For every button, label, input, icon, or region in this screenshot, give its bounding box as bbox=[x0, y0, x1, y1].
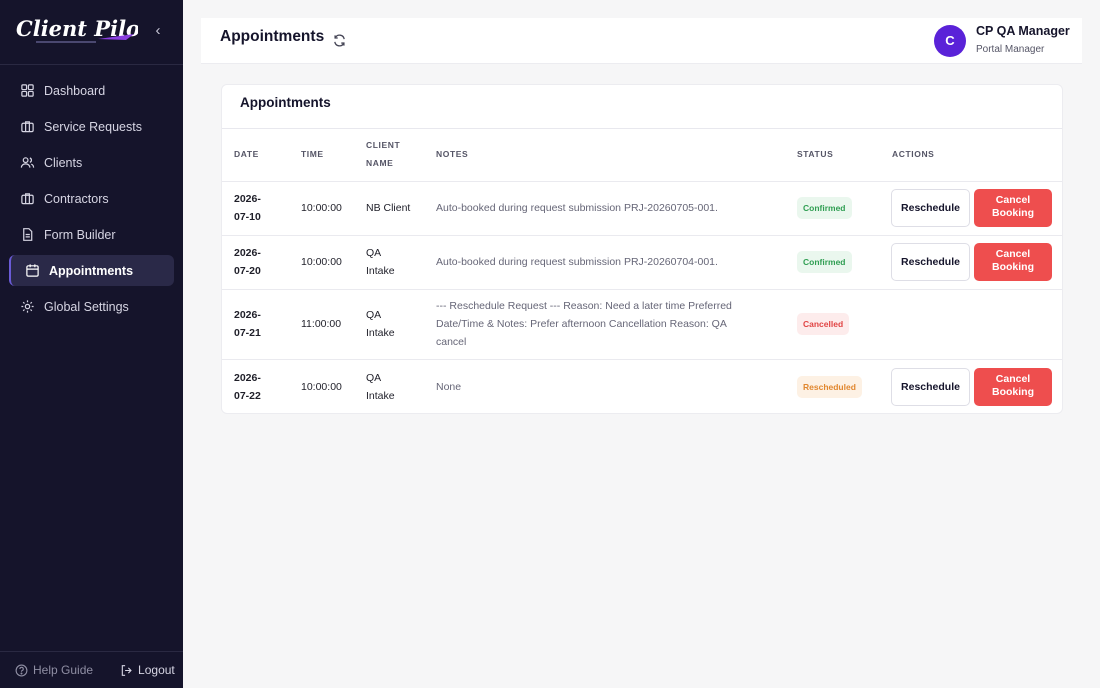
sidebar-item-label: Service Requests bbox=[44, 119, 142, 134]
column-header-date: DATE bbox=[234, 149, 259, 159]
sidebar-item-label: Appointments bbox=[49, 263, 134, 278]
column-header-time: TIME bbox=[301, 149, 324, 159]
date-cell: 2026- 07-22 bbox=[234, 372, 261, 402]
column-header-client-name: NAME bbox=[366, 158, 394, 168]
date-cell: 2026- 07-21 bbox=[234, 309, 261, 339]
logout-icon bbox=[121, 664, 132, 676]
time-cell: 11:00:00 bbox=[301, 318, 342, 330]
user-name: CP QA Manager bbox=[976, 24, 1070, 38]
avatar[interactable]: C bbox=[934, 25, 966, 57]
briefcase-icon bbox=[21, 193, 34, 205]
help-icon bbox=[15, 664, 28, 676]
sidebar-item-label: Clients bbox=[44, 155, 83, 170]
notes-cell: Auto-booked during request submission PR… bbox=[436, 202, 718, 214]
client-cell: QA Intake bbox=[366, 247, 395, 277]
users-icon bbox=[20, 157, 35, 168]
top-bar: Appointments C CP QA Manager Portal Mana… bbox=[201, 18, 1082, 64]
sidebar-item-label: Global Settings bbox=[44, 299, 129, 314]
row-divider bbox=[222, 235, 1062, 236]
status-badge: Confirmed bbox=[797, 197, 852, 219]
card-title: Appointments bbox=[240, 95, 331, 110]
sidebar-footer: Help Guide Logout bbox=[0, 651, 183, 688]
cancel-booking-button[interactable]: Cancel Booking bbox=[974, 243, 1052, 281]
logout-label: Logout bbox=[138, 663, 175, 677]
user-role: Portal Manager bbox=[976, 44, 1045, 55]
row-divider bbox=[222, 359, 1062, 360]
column-header-status: STATUS bbox=[797, 149, 834, 159]
sidebar-item-service-requests[interactable]: Service Requests bbox=[9, 111, 174, 142]
client-cell: NB Client bbox=[366, 202, 411, 214]
cancel-booking-button[interactable]: Cancel Booking bbox=[974, 189, 1052, 227]
sidebar-item-clients[interactable]: Clients bbox=[9, 147, 174, 178]
sidebar-item-label: Dashboard bbox=[44, 83, 106, 98]
column-header-client: CLIENT bbox=[366, 140, 401, 150]
brand-header: Client Pilot ‹ bbox=[0, 0, 183, 65]
client-pilot-logo[interactable]: Client Pilot bbox=[14, 10, 138, 50]
status-badge: Confirmed bbox=[797, 251, 852, 273]
sidebar-nav: Dashboard Service Requests Clients Contr… bbox=[0, 65, 183, 322]
client-cell: QA Intake bbox=[366, 372, 395, 402]
reschedule-button[interactable]: Reschedule bbox=[891, 189, 970, 227]
gear-icon bbox=[21, 300, 34, 313]
help-guide-label: Help Guide bbox=[33, 663, 94, 677]
client-cell: QA Intake bbox=[366, 309, 395, 339]
sidebar-item-appointments[interactable]: Appointments bbox=[9, 255, 174, 286]
divider bbox=[222, 128, 1062, 129]
time-cell: 10:00:00 bbox=[301, 381, 342, 393]
appointments-card: Appointments DATE TIME CLIENT NAME NOTES… bbox=[221, 84, 1063, 414]
notes-cell: None bbox=[436, 381, 462, 393]
date-cell: 2026- 07-10 bbox=[234, 193, 261, 223]
status-badge: Rescheduled bbox=[797, 376, 862, 398]
document-icon bbox=[23, 228, 33, 241]
help-guide-link[interactable]: Help Guide bbox=[15, 663, 93, 677]
cancel-booking-button[interactable]: Cancel Booking bbox=[974, 368, 1052, 406]
row-divider bbox=[222, 289, 1062, 290]
logout-button[interactable]: Logout bbox=[120, 663, 175, 677]
column-header-notes: NOTES bbox=[436, 149, 469, 159]
reschedule-button[interactable]: Reschedule bbox=[891, 243, 970, 281]
sidebar: Client Pilot ‹ Dashboard Service Request… bbox=[0, 0, 183, 688]
status-badge: Cancelled bbox=[797, 313, 850, 335]
sidebar-item-contractors[interactable]: Contractors bbox=[9, 183, 174, 214]
date-cell: 2026- 07-20 bbox=[234, 247, 261, 277]
sidebar-item-dashboard[interactable]: Dashboard bbox=[9, 75, 174, 106]
row-divider bbox=[222, 181, 1062, 182]
notes-cell: --- Reschedule Request --- Reason: Need … bbox=[436, 300, 732, 348]
refresh-icon[interactable] bbox=[332, 33, 347, 48]
time-cell: 10:00:00 bbox=[301, 202, 342, 214]
sidebar-item-label: Contractors bbox=[44, 191, 109, 206]
grid-icon bbox=[21, 84, 34, 97]
calendar-icon bbox=[26, 264, 39, 277]
briefcase-icon bbox=[21, 121, 34, 133]
sidebar-item-label: Form Builder bbox=[44, 227, 116, 242]
chevron-left-icon[interactable]: ‹ bbox=[150, 22, 166, 40]
notes-cell: Auto-booked during request submission PR… bbox=[436, 256, 718, 268]
sidebar-item-form-builder[interactable]: Form Builder bbox=[9, 219, 174, 250]
page-title: Appointments bbox=[220, 28, 325, 45]
reschedule-button[interactable]: Reschedule bbox=[891, 368, 970, 406]
time-cell: 10:00:00 bbox=[301, 256, 342, 268]
column-header-actions: ACTIONS bbox=[892, 149, 935, 159]
sidebar-item-global-settings[interactable]: Global Settings bbox=[9, 291, 174, 322]
